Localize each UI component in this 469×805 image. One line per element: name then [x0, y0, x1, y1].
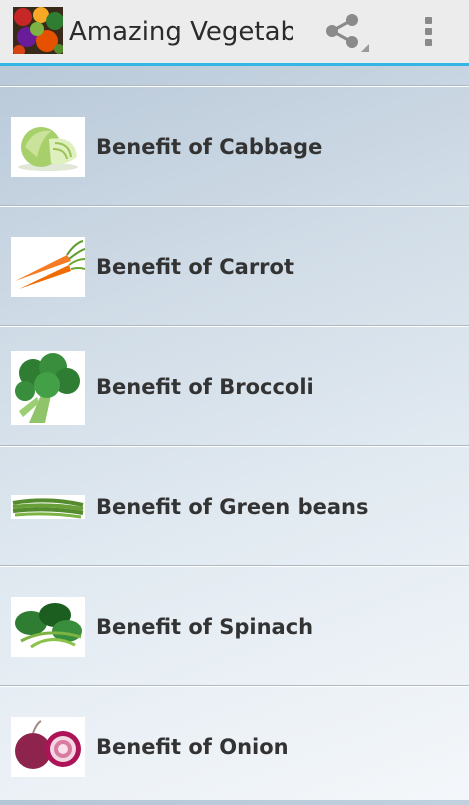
list-item-label: Benefit of Onion	[96, 735, 289, 759]
overflow-menu-button[interactable]	[406, 8, 450, 56]
green-beans-image	[11, 495, 85, 519]
app-title: Amazing Vegetables	[69, 17, 293, 47]
spinach-image	[11, 597, 85, 657]
broccoli-image	[11, 351, 85, 425]
share-button[interactable]	[320, 8, 374, 56]
list-item-broccoli[interactable]: Benefit of Broccoli	[0, 327, 469, 445]
list-item-spinach[interactable]: Benefit of Spinach	[0, 567, 469, 685]
list-item-green-beans[interactable]: Benefit of Green beans	[0, 447, 469, 565]
list-item-label: Benefit of Spinach	[96, 615, 314, 639]
list-item-label: Benefit of Green beans	[96, 495, 369, 519]
list-item-label: Benefit of Carrot	[96, 255, 294, 279]
list-item-cabbage[interactable]: Benefit of Cabbage	[0, 87, 469, 205]
vegetable-list: Benefit of Cabbage Benefit of Carrot Ben…	[0, 66, 469, 800]
action-bar: Amazing Vegetables	[0, 0, 469, 66]
list-item-carrot[interactable]: Benefit of Carrot	[0, 207, 469, 325]
list-item-onion[interactable]: Benefit of Onion	[0, 687, 469, 805]
list-item-label: Benefit of Cabbage	[96, 135, 323, 159]
vegetables-app-icon[interactable]	[13, 7, 63, 54]
share-icon	[326, 14, 369, 52]
list-item-label: Benefit of Broccoli	[96, 375, 314, 399]
cabbage-image	[11, 117, 85, 177]
onion-image	[11, 717, 85, 777]
carrot-image	[11, 237, 85, 297]
